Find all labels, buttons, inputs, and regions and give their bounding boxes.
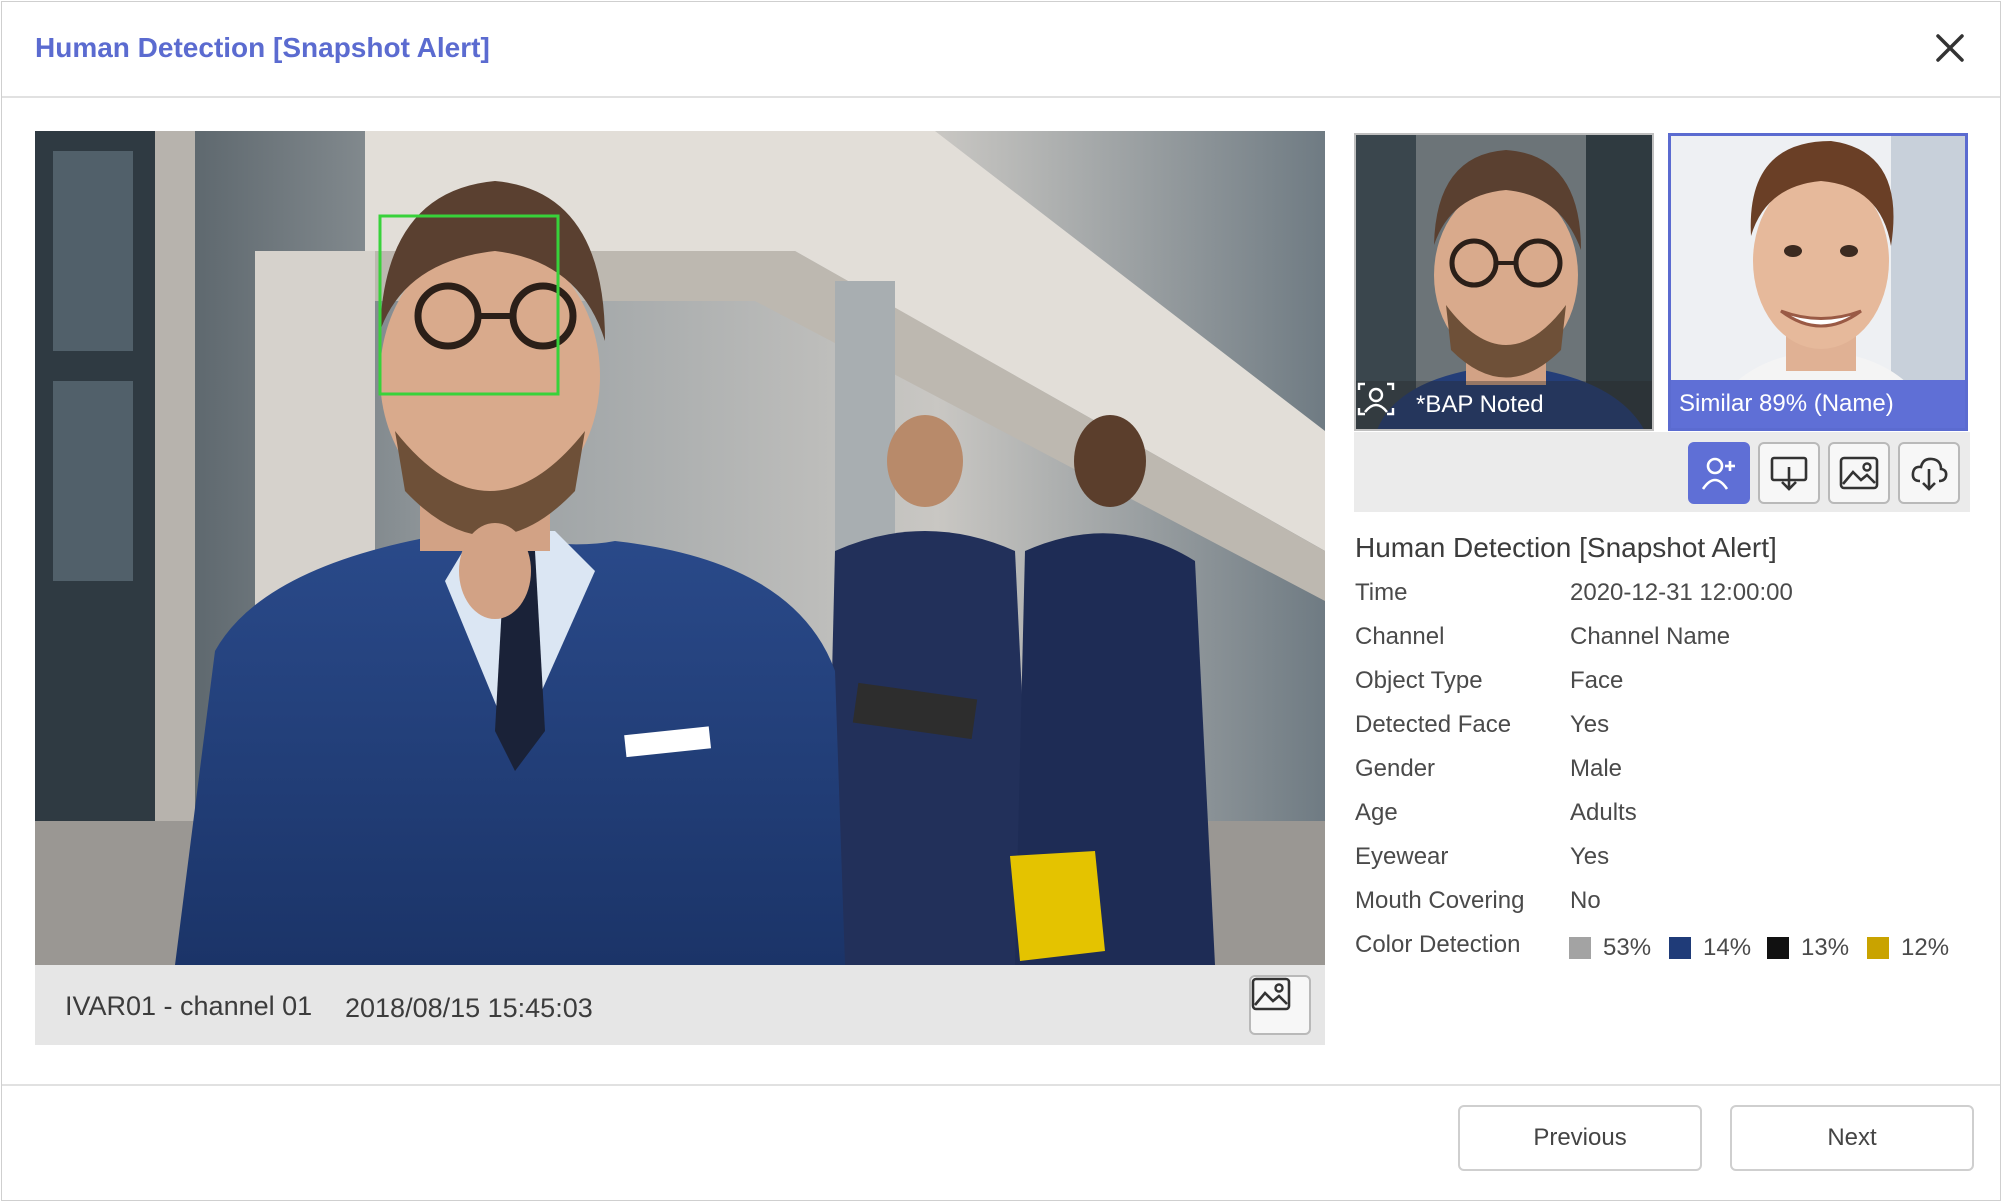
add-person-button[interactable] [1688,442,1750,504]
info-value: Yes [1570,711,1610,738]
face-actions-toolbar [1354,432,1970,512]
info-label: Eyewear [1355,843,1449,870]
view-image-button[interactable] [1249,975,1311,1035]
info-value: 2020-12-31 12:00:00 [1570,579,1793,606]
snapshot-alert-dialog: Human Detection [Snapshot Alert] IVAR01 … [1,1,2001,1201]
scene-illustration [35,131,1325,965]
info-label: Time [1355,579,1408,606]
info-label: Color Detection [1355,931,1521,958]
color-swatch-box [1569,937,1591,959]
info-value: Male [1570,755,1623,782]
color-swatch-box [1867,937,1889,959]
image-icon [1839,456,1879,490]
captured-face-label: *BAP Noted [1356,381,1652,429]
dialog-title: Human Detection [Snapshot Alert] [35,32,490,63]
next-button[interactable]: Next [1730,1105,1974,1171]
info-value: Yes [1570,843,1610,870]
color-swatch-percent: 13% [1801,934,1850,961]
color-swatch: 12% [1867,934,1949,962]
info-label: Gender [1355,755,1436,782]
info-label: Detected Face [1355,711,1512,738]
info-value: No [1570,887,1601,914]
view-snapshot-button[interactable] [1828,442,1890,504]
cloud-download-icon [1911,457,1948,491]
color-swatch-box [1767,937,1789,959]
color-swatch: 14% [1669,934,1751,962]
captured-face-text: *BAP Noted [1416,391,1544,418]
snapshot-image: IVAR01 - channel 01 2018/08/15 15:45:03 [35,131,1325,1045]
person-tag-icon [1357,382,1395,416]
previous-button[interactable]: Previous [1458,1105,1702,1171]
close-button[interactable] [1930,28,1970,68]
info-value: Adults [1570,799,1637,826]
color-swatch-percent: 12% [1901,934,1950,961]
image-datetime: 2018/08/15 15:45:03 [345,993,593,1023]
info-label: Age [1355,799,1398,826]
event-title: Human Detection [Snapshot Alert] [1355,532,1777,563]
matched-face-thumbnail[interactable]: Similar 89% (Name) [1668,133,1968,431]
similarity-label: Similar 89% (Name) [1671,380,1965,428]
info-label: Mouth Covering [1355,887,1525,914]
info-value: Channel Name [1570,623,1731,650]
info-value: Face [1570,667,1624,694]
close-icon [1936,34,1964,62]
image-info-bar: IVAR01 - channel 01 2018/08/15 15:45:03 [35,965,1325,1045]
image-channel-label: IVAR01 - channel 01 [65,991,313,1021]
color-swatch-percent: 53% [1603,934,1652,961]
export-to-screen-button[interactable] [1758,442,1820,504]
monitor-download-icon [1770,456,1808,491]
color-swatch-percent: 14% [1703,934,1752,961]
download-button[interactable] [1898,442,1960,504]
footer-divider [2,1084,2000,1086]
color-swatch-box [1669,937,1691,959]
color-swatch: 13% [1767,934,1849,962]
color-swatch: 53% [1569,934,1651,962]
image-icon [1251,977,1291,1011]
captured-face-thumbnail[interactable]: *BAP Noted [1354,133,1654,431]
info-label: Object Type [1355,667,1483,694]
dialog-header: Human Detection [Snapshot Alert] [2,2,2000,98]
info-label: Channel [1355,623,1445,650]
add-person-icon [1701,457,1735,490]
